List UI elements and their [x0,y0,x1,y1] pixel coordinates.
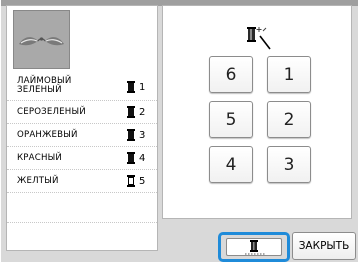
color-name: КРАСНЫЙ [17,153,63,163]
color-name: ЛАЙМОВЫЙ ЗЕЛЕНЫЙ [17,76,72,95]
color-row-5[interactable]: ЖЕЛТЫЙ 5 [7,170,157,193]
color-row-4[interactable]: КРАСНЫЙ 4 [7,147,157,170]
color-name: СЕРОЗЕЛЕНЫЙ [17,107,86,117]
color-row-2[interactable]: СЕРОЗЕЛЕНЫЙ 2 [7,101,157,124]
thread-button[interactable] [226,238,282,256]
number-key-3[interactable]: 3 [267,146,311,183]
thread-spool-icon [245,240,265,255]
color-number: 1 [139,82,146,93]
close-button[interactable]: ЗАКРЫТЬ [292,232,356,260]
number-key-2[interactable]: 2 [267,101,311,138]
color-name: ЖЕЛТЫЙ [17,176,59,186]
embroidery-pattern-preview [13,10,70,69]
spool-empty-icon [127,175,135,187]
spool-magic-wand-icon [247,27,271,50]
color-number: 4 [139,153,146,164]
spool-filled-icon [127,106,135,118]
spool-filled-icon [127,81,135,93]
number-key-1[interactable]: 1 [267,56,311,93]
list-divider [7,222,157,223]
color-sort-panel: 6 1 5 2 4 3 [162,5,352,219]
spool-filled-icon [127,152,135,164]
color-list-panel: ЛАЙМОВЫЙ ЗЕЛЕНЫЙ 1 СЕРОЗЕЛЕНЫЙ 2 ОРАНЖЕВ… [6,5,158,251]
color-name: ОРАНЖЕВЫЙ [17,130,78,140]
spool-filled-icon [127,129,135,141]
number-key-5[interactable]: 5 [209,101,253,138]
color-number: 5 [139,176,146,187]
color-row-3[interactable]: ОРАНЖЕВЫЙ 3 [7,124,157,147]
color-number: 3 [139,130,146,141]
number-key-6[interactable]: 6 [209,56,253,93]
thread-color-list: ЛАЙМОВЫЙ ЗЕЛЕНЫЙ 1 СЕРОЗЕЛЕНЫЙ 2 ОРАНЖЕВ… [7,72,157,193]
color-row-1[interactable]: ЛАЙМОВЫЙ ЗЕЛЕНЫЙ 1 [7,72,157,101]
color-number: 2 [139,107,146,118]
number-key-4[interactable]: 4 [209,146,253,183]
